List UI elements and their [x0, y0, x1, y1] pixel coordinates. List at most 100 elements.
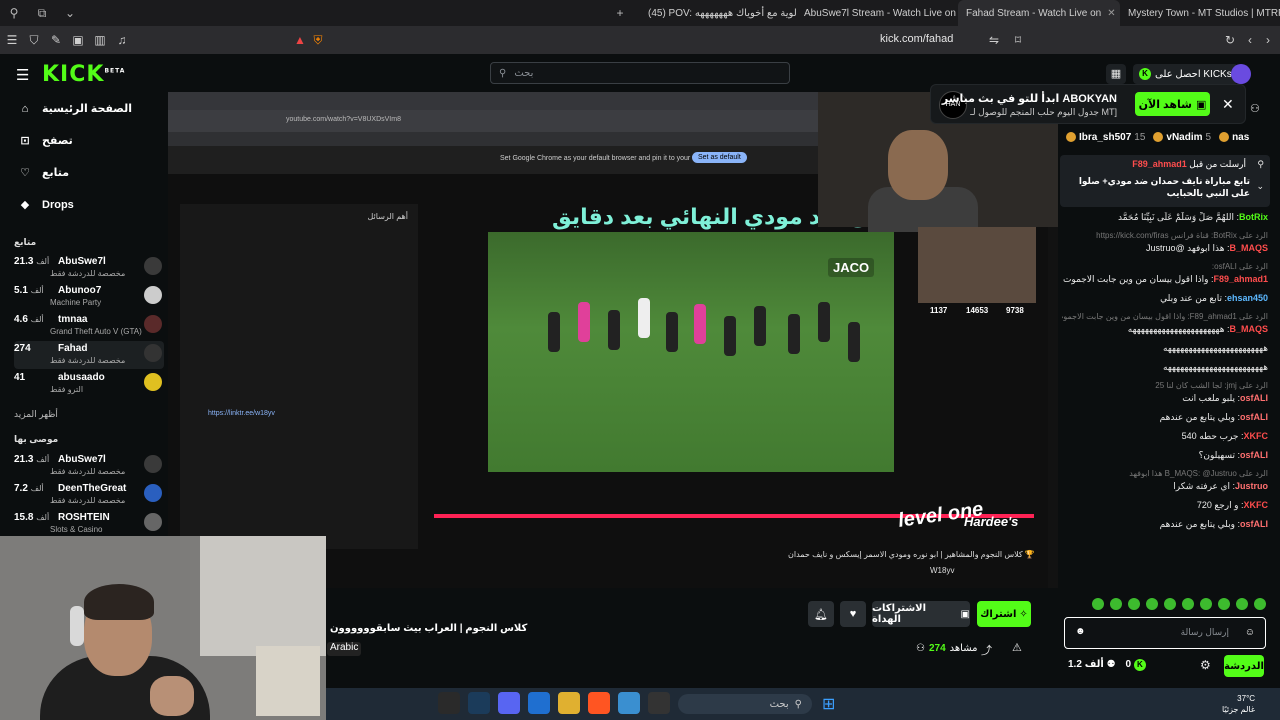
gear-icon[interactable]: ⚙: [1200, 658, 1211, 672]
sidebar-icon[interactable]: ▥: [90, 33, 110, 47]
channel-row[interactable]: ألف 5.1 Abunoo7 Machine Party: [14, 283, 164, 311]
avatar[interactable]: [1231, 64, 1251, 84]
sidebar-item-home[interactable]: ⌂ الصفحة الرئيسية: [18, 102, 132, 116]
chat-username[interactable]: osfALI: [1240, 393, 1268, 403]
emote-icon[interactable]: [1164, 598, 1176, 610]
channel-row[interactable]: ألف 7.2 DeenTheGreat مخصصة للدردشة فقط: [14, 481, 164, 509]
channel-row[interactable]: ألف 21.3 AbuSwe7l مخصصة للدردشة فقط: [14, 254, 164, 282]
close-tab-icon[interactable]: ✕: [1107, 8, 1115, 19]
tab-actions-icon[interactable]: ⚲: [0, 6, 28, 20]
chat-message[interactable]: XKFC: جرب حطه 540: [1062, 431, 1268, 442]
chat-username[interactable]: osfALI: [1240, 412, 1268, 422]
chat-username[interactable]: B_MAQS: [1229, 243, 1268, 253]
chat-username[interactable]: Justruo: [1235, 481, 1268, 491]
chat-message[interactable]: BotRix: اللهُمَّ صَلِّ وَسَلِّمْ عَلَى ن…: [1062, 212, 1268, 223]
top-gifter[interactable]: Ibra_sh507 15: [1066, 129, 1145, 145]
extensions-icon[interactable]: ✎: [46, 33, 66, 47]
screenshot-icon[interactable]: ▣: [68, 33, 88, 47]
shield-icon[interactable]: ⛉: [24, 33, 44, 48]
weather-widget[interactable]: 37°C غالم جزئيًا: [1222, 693, 1255, 715]
chat-username[interactable]: XKFC: [1244, 431, 1269, 441]
chat-message[interactable]: osfALI: يلبو ملعب انت: [1062, 393, 1268, 404]
bookmark-icon[interactable]: ⌑: [1008, 33, 1028, 47]
search-input[interactable]: ⚲ بحث: [490, 62, 790, 84]
channel-row[interactable]: ألف 21.3 AbuSwe7l مخصصة للدردشة فقط: [14, 452, 164, 480]
channel-row[interactable]: ألف 4.6 tmnaa Grand Theft Auto V (GTA): [14, 312, 164, 340]
chat-username[interactable]: B_MAQS: [1229, 324, 1268, 334]
chrome-icon[interactable]: [618, 692, 640, 714]
browser-tab[interactable]: AbuSwe7l Stream - Watch Live on Ki: [796, 0, 958, 26]
workspace-icon[interactable]: ⧉: [28, 6, 56, 21]
sidebar-item-drops[interactable]: ◆ Drops: [18, 198, 74, 212]
emote-icon[interactable]: [1218, 598, 1230, 610]
chat-message[interactable]: osfALI: وبلي يتابع من عندهم: [1062, 519, 1268, 530]
emote-icon[interactable]: [1110, 598, 1122, 610]
music-icon[interactable]: ♫: [112, 33, 132, 47]
site-settings-icon[interactable]: ⇋: [984, 33, 1004, 47]
store-icon[interactable]: [528, 692, 550, 714]
terminal-icon[interactable]: [648, 692, 670, 714]
layout-icon[interactable]: ▦: [1106, 64, 1126, 84]
chat-input[interactable]: ☻ إرسال رسالة ☺: [1064, 617, 1266, 649]
emote-icon[interactable]: [1254, 598, 1266, 610]
top-gifter[interactable]: nas: [1219, 129, 1249, 145]
steam-icon[interactable]: [468, 692, 490, 714]
send-chat-button[interactable]: الدردشة: [1224, 655, 1264, 677]
windows-start-icon[interactable]: ⊞: [822, 694, 835, 714]
url-text[interactable]: kick.com/fahad: [880, 33, 953, 45]
new-tab-button[interactable]: +: [606, 6, 634, 20]
chat-message[interactable]: Justruo: اي عرفته شكرا: [1062, 481, 1268, 492]
channel-row[interactable]: ألف 15.8 ROSHTEIN Slots & Casino: [14, 510, 164, 538]
chat-username[interactable]: XKFC: [1244, 500, 1269, 510]
kicks-stat[interactable]: 0 K: [1126, 659, 1146, 671]
emote-icon[interactable]: [1200, 598, 1212, 610]
brave-shield-icon[interactable]: ⛨: [308, 33, 328, 48]
hamburger-menu-icon[interactable]: ☰: [16, 66, 29, 84]
emote-icon[interactable]: [1236, 598, 1248, 610]
chat-message[interactable]: ههههههههههههههههههههههههه: [1062, 343, 1268, 354]
chat-username[interactable]: BotRix: [1239, 212, 1268, 222]
language-tag[interactable]: Arabic: [327, 642, 362, 656]
chat-message[interactable]: osfALI: وبلي يتابع من عندهم: [1062, 412, 1268, 423]
menu-icon[interactable]: ☰: [2, 33, 22, 47]
brave-icon[interactable]: [588, 692, 610, 714]
app-icon[interactable]: [438, 692, 460, 714]
chat-message[interactable]: B_MAQS: هذا ابوفهد @Justruo: [1062, 243, 1268, 254]
reload-icon[interactable]: ↻: [1220, 33, 1240, 47]
chat-message[interactable]: XKFC: و ارجع 720: [1062, 500, 1268, 511]
close-icon[interactable]: ✕: [1222, 96, 1234, 113]
video-player[interactable]: youtube.com/watch?v=V8UXDsVIm8 Set Googl…: [168, 92, 1058, 588]
browser-tab[interactable]: (45) POV: طولوية مع أخوياك هههههههه: [634, 0, 796, 26]
notification-button[interactable]: 🔔︎: [808, 601, 834, 627]
discord-icon[interactable]: [498, 692, 520, 714]
chat-message[interactable]: B_MAQS: ههههههههههههههههههههههه: [1062, 324, 1268, 335]
emote-icon[interactable]: [1128, 598, 1140, 610]
watch-now-button[interactable]: شاهد الآن ▣: [1135, 92, 1210, 116]
emote-icon[interactable]: [1146, 598, 1158, 610]
tab-list-icon[interactable]: ⌄: [56, 6, 84, 20]
channel-row[interactable]: 41 abusaado الترو فقط: [14, 370, 164, 398]
emoji-picker-icon[interactable]: ☻: [1075, 626, 1086, 637]
browser-tab-active[interactable]: Fahad Stream - Watch Live on ✕: [958, 0, 1120, 26]
chat-message[interactable]: F89_ahmad1: واذا اقول بيسان من وين جابت …: [1062, 274, 1268, 285]
chevron-down-icon[interactable]: ⌄: [1256, 181, 1264, 192]
folder-icon[interactable]: [558, 692, 580, 714]
users-icon[interactable]: ⚇: [1250, 102, 1260, 115]
get-kicks-button[interactable]: K احصل على KICKs: [1133, 64, 1238, 84]
back-icon[interactable]: ‹: [1240, 33, 1260, 47]
chat-message[interactable]: ههههههههههههههههههههههههه: [1062, 362, 1268, 373]
kick-emote-icon[interactable]: ☺: [1245, 627, 1255, 638]
pinned-message[interactable]: F89_ahmad1 أرسلت من قبل تابع مباراة نايف…: [1060, 155, 1270, 207]
forward-icon[interactable]: ›: [1258, 33, 1278, 47]
kick-logo[interactable]: KICKBETA: [42, 62, 125, 87]
ad-block-icon[interactable]: ▲: [290, 33, 310, 47]
favorite-button[interactable]: ♥: [840, 601, 866, 627]
chat-username[interactable]: F89_ahmad1: [1213, 274, 1268, 284]
chat-username[interactable]: ehsan450: [1227, 293, 1268, 303]
emote-icon[interactable]: [1092, 598, 1104, 610]
browser-tab[interactable]: Mystery Town - MT Studios | MTRP |: [1120, 0, 1280, 26]
share-icon[interactable]: ⤴: [981, 642, 992, 658]
chat-message[interactable]: osfALI: تسهيلون؟: [1062, 450, 1268, 461]
sidebar-item-browse[interactable]: ⊡ تصفح: [18, 134, 72, 147]
follow-button[interactable]: اشتراك ✧: [977, 601, 1031, 627]
